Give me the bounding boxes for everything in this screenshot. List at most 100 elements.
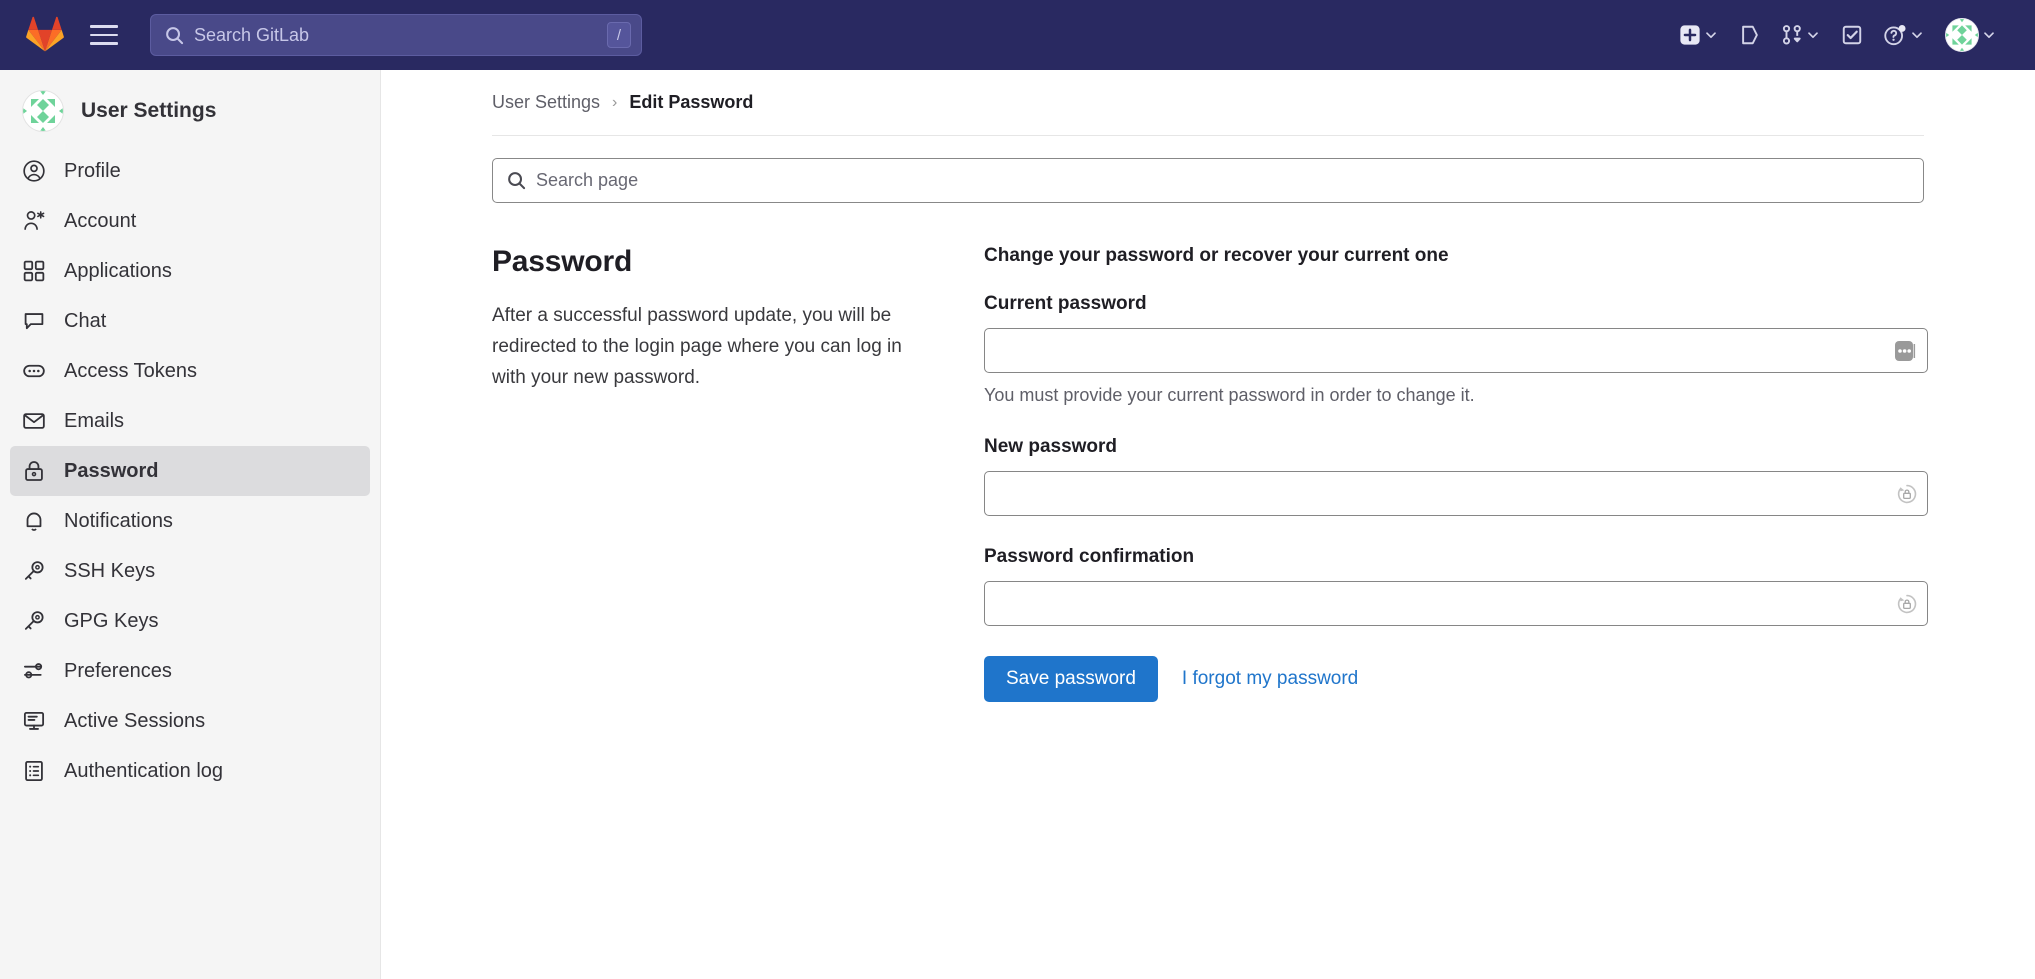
current-password-input[interactable]: [984, 328, 1928, 373]
sidebar-item-label: Password: [64, 460, 158, 483]
sidebar-item-notifications[interactable]: Notifications: [10, 496, 370, 546]
hamburger-menu-icon[interactable]: [90, 18, 124, 52]
bell-icon: [22, 509, 46, 533]
chat-icon: [22, 309, 46, 333]
help-button[interactable]: [1875, 13, 1933, 57]
top-nav-actions: [1671, 13, 2009, 57]
password-confirmation-label: Password confirmation: [984, 546, 1928, 568]
search-icon: [507, 171, 526, 190]
current-password-label: Current password: [984, 293, 1928, 315]
account-icon: [22, 209, 46, 233]
notification-badge-dot: [1899, 25, 1906, 32]
sidebar-item-password[interactable]: Password: [10, 446, 370, 496]
generate-password-icon[interactable]: [1895, 482, 1919, 506]
sidebar-item-label: Active Sessions: [64, 710, 205, 733]
page-title: Password: [492, 245, 934, 279]
todos-button[interactable]: [1833, 13, 1871, 57]
preferences-icon: [22, 659, 46, 683]
new-password-input[interactable]: [984, 471, 1928, 516]
sidebar-item-active-sessions[interactable]: Active Sessions: [10, 696, 370, 746]
user-avatar-button[interactable]: [1937, 13, 2005, 57]
chevron-down-icon: [1703, 27, 1719, 43]
create-new-button[interactable]: [1671, 13, 1727, 57]
sidebar-item-label: Emails: [64, 410, 124, 433]
settings-section: Password After a successful password upd…: [381, 203, 2035, 702]
todo-check-icon: [1841, 24, 1863, 46]
sidebar-item-chat[interactable]: Chat: [10, 296, 370, 346]
breadcrumb-current: Edit Password: [629, 92, 753, 113]
password-manager-dots-icon[interactable]: [1893, 336, 1919, 366]
gitlab-logo-icon[interactable]: [26, 16, 64, 54]
sidebar-item-authentication-log[interactable]: Authentication log: [10, 746, 370, 796]
sidebar-item-label: Authentication log: [64, 760, 223, 783]
sidebar-item-label: Access Tokens: [64, 360, 197, 383]
generate-password-icon[interactable]: [1895, 592, 1919, 616]
key-icon: [22, 609, 46, 633]
merge-request-icon: [1781, 24, 1803, 46]
issues-icon: [1739, 24, 1761, 46]
sidebar-item-label: Applications: [64, 260, 172, 283]
profile-icon: [22, 159, 46, 183]
password-confirmation-field-group: Password confirmation: [984, 546, 1928, 626]
sidebar-item-label: Notifications: [64, 510, 173, 533]
lock-icon: [22, 459, 46, 483]
sidebar-item-account[interactable]: Account: [10, 196, 370, 246]
log-list-icon: [22, 759, 46, 783]
monitor-icon: [22, 709, 46, 733]
breadcrumb-separator: ›: [612, 94, 617, 112]
sidebar-title: User Settings: [81, 99, 216, 123]
chevron-down-icon: [1805, 27, 1821, 43]
sidebar-item-emails[interactable]: Emails: [10, 396, 370, 446]
page-search-input[interactable]: Search page: [492, 158, 1924, 203]
top-navigation-bar: Search GitLab /: [0, 0, 2035, 70]
key-icon: [22, 559, 46, 583]
sidebar-item-label: Chat: [64, 310, 106, 333]
merge-requests-button[interactable]: [1773, 13, 1829, 57]
applications-icon: [22, 259, 46, 283]
chevron-down-icon: [1909, 27, 1925, 43]
forgot-password-link[interactable]: I forgot my password: [1182, 668, 1358, 690]
user-avatar-identicon: [22, 90, 64, 132]
page-description: After a successful password update, you …: [492, 301, 934, 393]
sidebar-item-profile[interactable]: Profile: [10, 146, 370, 196]
avatar-icon: [1945, 18, 1979, 52]
save-password-button[interactable]: Save password: [984, 656, 1158, 702]
sidebar-item-label: Account: [64, 210, 136, 233]
sidebar-item-label: Profile: [64, 160, 121, 183]
page-search-placeholder: Search page: [536, 170, 638, 191]
chevron-down-icon: [1981, 27, 1997, 43]
issues-button[interactable]: [1731, 13, 1769, 57]
plus-square-icon: [1679, 24, 1701, 46]
global-search-placeholder: Search GitLab: [194, 25, 607, 46]
sidebar-item-label: SSH Keys: [64, 560, 155, 583]
sidebar-item-gpg-keys[interactable]: GPG Keys: [10, 596, 370, 646]
breadcrumb-parent-link[interactable]: User Settings: [492, 92, 600, 113]
sidebar-item-ssh-keys[interactable]: SSH Keys: [10, 546, 370, 596]
current-password-hint: You must provide your current password i…: [984, 385, 1928, 406]
sidebar-item-access-tokens[interactable]: Access Tokens: [10, 346, 370, 396]
question-circle-icon: [1883, 23, 1907, 47]
breadcrumb-divider: [492, 135, 1924, 136]
sidebar-item-label: Preferences: [64, 660, 172, 683]
breadcrumb: User Settings › Edit Password: [381, 70, 2035, 113]
new-password-label: New password: [984, 436, 1928, 458]
main-content: User Settings › Edit Password Search pag…: [381, 70, 2035, 979]
sidebar-item-label: GPG Keys: [64, 610, 158, 633]
new-password-field-group: New password: [984, 436, 1928, 516]
form-heading: Change your password or recover your cur…: [984, 245, 1928, 267]
form-actions: Save password I forgot my password: [984, 656, 1928, 702]
password-form-column: Change your password or recover your cur…: [984, 245, 1928, 702]
current-password-field-group: Current password You must provide your c: [984, 293, 1928, 406]
email-icon: [22, 409, 46, 433]
password-confirmation-input[interactable]: [984, 581, 1928, 626]
sidebar-nav-list: Profile Account Applications Chat: [0, 146, 380, 796]
search-icon: [165, 26, 184, 45]
settings-description-column: Password After a successful password upd…: [492, 245, 984, 702]
search-shortcut-key: /: [607, 22, 631, 48]
sidebar-header[interactable]: User Settings: [0, 80, 380, 146]
sidebar-item-preferences[interactable]: Preferences: [10, 646, 370, 696]
global-search-input[interactable]: Search GitLab /: [150, 14, 642, 56]
left-sidebar: User Settings Profile Account: [0, 70, 381, 979]
sidebar-item-applications[interactable]: Applications: [10, 246, 370, 296]
token-icon: [22, 359, 46, 383]
